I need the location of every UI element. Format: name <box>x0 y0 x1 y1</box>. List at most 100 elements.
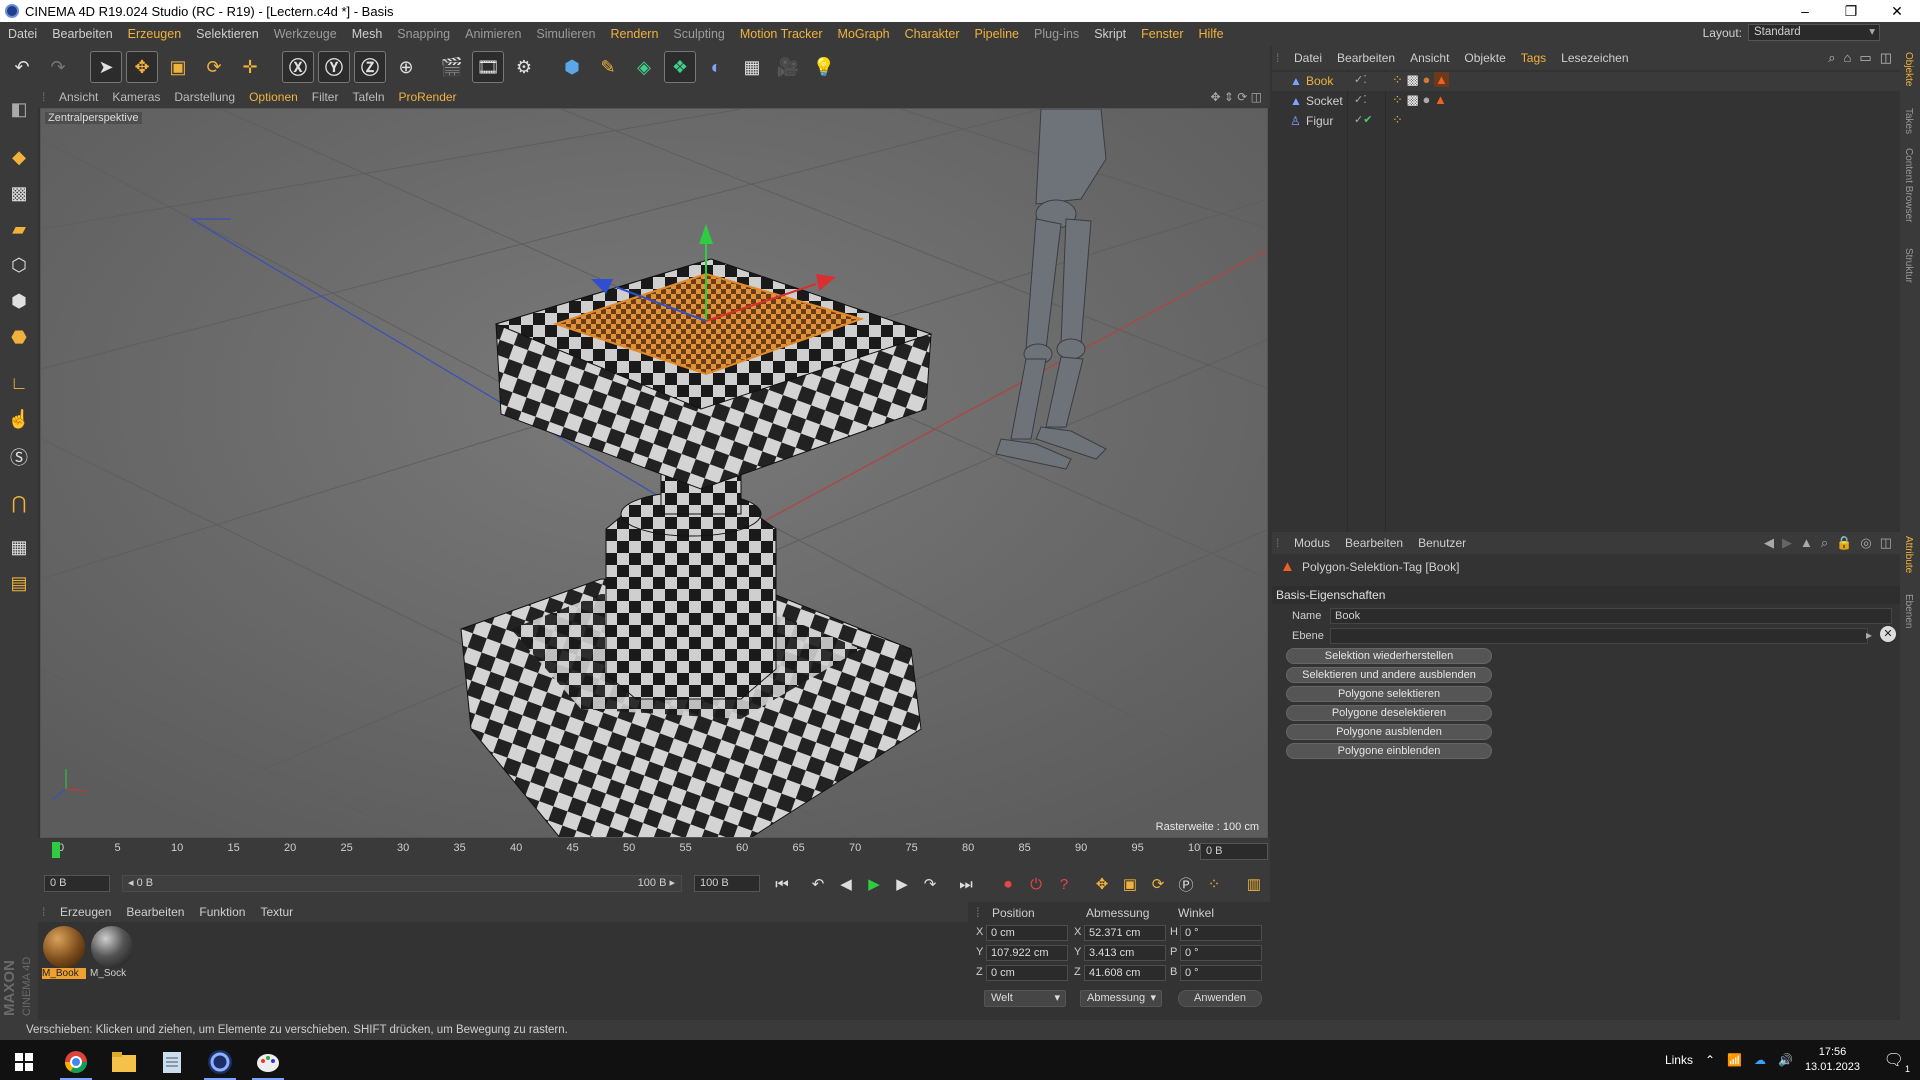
visibility-dots-icon[interactable]: ✓⁚ <box>1354 73 1367 86</box>
attribute-menu-benutzer[interactable]: Benutzer <box>1410 536 1473 550</box>
minimize-button[interactable]: – <box>1782 0 1828 22</box>
x-axis-lock-icon[interactable]: Ⓧ <box>282 51 314 83</box>
select-polygons-button[interactable]: Polygone selektieren <box>1286 686 1492 702</box>
cube-primitive-icon[interactable]: ⬢ <box>556 51 588 83</box>
float-panel-icon[interactable]: ◫ <box>1880 50 1892 66</box>
deformer-icon[interactable]: ◐ <box>700 51 732 83</box>
attribute-menu-modus[interactable]: Modus <box>1286 536 1337 550</box>
phong-tag-icon[interactable]: ⁘ <box>1392 112 1403 127</box>
floor-scene-icon[interactable]: ▦ <box>736 51 768 83</box>
record-active-objects-icon[interactable]: ⏺ <box>996 872 1020 896</box>
object-menu-datei[interactable]: Datei <box>1286 51 1329 65</box>
undo-icon[interactable]: ↶ <box>6 51 38 83</box>
material-tag-icon[interactable]: ● <box>1422 92 1430 107</box>
go-to-end-icon[interactable]: ⏭ <box>954 872 978 896</box>
viewport-menu-ansicht[interactable]: Ansicht <box>52 90 105 104</box>
object-menu-ansicht[interactable]: Ansicht <box>1402 51 1456 65</box>
playhead-marker[interactable] <box>52 842 60 858</box>
object-row-socket[interactable]: ▲ Socket ✓⁚ ⁘ ▩ ● ▲ <box>1272 92 1900 111</box>
maximize-button[interactable]: ❐ <box>1828 0 1874 22</box>
object-menu-tags[interactable]: Tags <box>1513 51 1553 65</box>
layer-arrow-icon[interactable]: ▸ <box>1866 628 1872 642</box>
menu-fenster[interactable]: Fenster <box>1133 27 1190 41</box>
tab-struktur[interactable]: Struktur <box>1903 248 1914 283</box>
unhide-polygons-button[interactable]: Polygone einblenden <box>1286 743 1492 759</box>
autokeying-icon[interactable]: ⏻ <box>1024 872 1048 896</box>
key-pla-icon[interactable]: ⁘ <box>1202 872 1226 896</box>
back-arrow-icon[interactable]: ◀ <box>1764 535 1774 551</box>
subdivision-surface-icon[interactable]: ◈ <box>628 51 660 83</box>
menu-charakter[interactable]: Charakter <box>897 27 967 41</box>
viewport-menu-tafeln[interactable]: Tafeln <box>345 90 391 104</box>
object-menu-objekte[interactable]: Objekte <box>1456 51 1512 65</box>
size-x-field[interactable]: 52.371 cm <box>1084 925 1166 941</box>
menu-mesh[interactable]: Mesh <box>344 27 390 41</box>
texture-mode-icon[interactable]: ▩ <box>4 178 34 208</box>
tweak-mode-icon[interactable]: ☝ <box>4 404 34 434</box>
deselect-polygons-button[interactable]: Polygone deselektieren <box>1286 705 1492 721</box>
key-scale-icon[interactable]: ▣ <box>1118 872 1142 896</box>
rot-p-field[interactable]: 0 ° <box>1180 945 1262 961</box>
tab-ebenen[interactable]: Ebenen <box>1903 594 1914 628</box>
forward-arrow-icon[interactable]: ▶ <box>1782 535 1792 551</box>
visibility-dots-icon[interactable]: ✓✔ <box>1354 113 1372 126</box>
go-to-start-icon[interactable]: ⏮ <box>770 872 794 896</box>
onedrive-icon[interactable]: ☁ <box>1754 1053 1766 1067</box>
rot-b-field[interactable]: 0 ° <box>1180 965 1262 981</box>
up-arrow-icon[interactable]: ▲ <box>1800 535 1813 551</box>
viewport-menu-kameras[interactable]: Kameras <box>105 90 167 104</box>
notepad-icon[interactable] <box>148 1044 196 1080</box>
layout-dropdown[interactable]: Standard <box>1748 24 1880 41</box>
spline-pen-icon[interactable]: ✎ <box>592 51 624 83</box>
material-tag-icon[interactable]: ● <box>1422 72 1430 87</box>
apply-button[interactable]: Anwenden <box>1178 990 1262 1007</box>
object-menu-bearbeiten[interactable]: Bearbeiten <box>1329 51 1402 65</box>
viewport-menu-prorender[interactable]: ProRender <box>392 90 464 104</box>
menu-skript[interactable]: Skript <box>1086 27 1133 41</box>
snapping-magnet-icon[interactable]: ⋂ <box>4 488 34 518</box>
material-menu-erzeugen[interactable]: Erzeugen <box>52 905 118 919</box>
menu-hilfe[interactable]: Hilfe <box>1191 27 1231 41</box>
menu-werkzeuge[interactable]: Werkzeuge <box>266 27 344 41</box>
coordinate-system-icon[interactable]: ⊕ <box>390 51 422 83</box>
menu-motion-tracker[interactable]: Motion Tracker <box>732 27 830 41</box>
move-tool-icon[interactable]: ✥ <box>126 51 158 83</box>
menu-rendern[interactable]: Rendern <box>602 27 665 41</box>
menu-selektieren[interactable]: Selektieren <box>188 27 266 41</box>
paint-icon[interactable] <box>244 1044 292 1080</box>
material-menu-bearbeiten[interactable]: Bearbeiten <box>118 905 191 919</box>
phong-tag-icon[interactable]: ⁘ <box>1392 72 1403 87</box>
polygon-selection-tag-icon[interactable]: ▲ <box>1433 72 1449 87</box>
previous-frame-icon[interactable]: ◀ <box>834 872 858 896</box>
key-rotation-icon[interactable]: ⟳ <box>1146 872 1170 896</box>
select-tool-icon[interactable]: ➤ <box>90 51 122 83</box>
tab-objekte[interactable]: Objekte <box>1903 52 1914 86</box>
tab-takes[interactable]: Takes <box>1903 108 1914 134</box>
new-manager-icon[interactable]: ◎ <box>1860 535 1871 551</box>
z-axis-lock-icon[interactable]: Ⓩ <box>354 51 386 83</box>
texture-tag-icon[interactable]: ▩ <box>1407 72 1419 87</box>
restore-selection-button[interactable]: Selektion wiederherstellen <box>1286 648 1492 664</box>
layer-clear-icon[interactable]: ✕ <box>1880 626 1896 642</box>
menu-mograph[interactable]: MoGraph <box>830 27 897 41</box>
last-tool-icon[interactable]: ✛ <box>234 51 266 83</box>
material-menu-textur[interactable]: Textur <box>252 905 300 919</box>
object-menu-lesezeichen[interactable]: Lesezeichen <box>1553 51 1635 65</box>
timeline-ruler[interactable]: 0 5 10 15 20 25 30 35 40 45 50 55 60 65 70 75 80 85 90 95 10… <box>38 838 1270 866</box>
texture-tag-icon[interactable]: ▩ <box>1407 92 1419 107</box>
frame-ruler[interactable]: 0 5 10 15 20 25 30 35 40 45 50 55 60 65 70 75 80 85 90 95 10… <box>50 842 1206 862</box>
menu-simulieren[interactable]: Simulieren <box>528 27 602 41</box>
menu-datei[interactable]: Datei <box>0 27 44 41</box>
scale-tool-icon[interactable]: ▣ <box>162 51 194 83</box>
light-icon[interactable]: 💡 <box>808 51 840 83</box>
viewport-navigation-icons[interactable]: ✥ ⇕ ⟳ ◫ <box>1210 90 1262 104</box>
menu-animieren[interactable]: Animieren <box>457 27 528 41</box>
tab-attribute[interactable]: Attribute <box>1903 536 1914 573</box>
pos-y-field[interactable]: 107.922 cm <box>986 945 1068 961</box>
workplane-mode-icon[interactable]: ▰ <box>4 214 34 244</box>
chevron-up-icon[interactable]: ⌃ <box>1705 1053 1715 1067</box>
pos-x-field[interactable]: 0 cm <box>986 925 1068 941</box>
close-button[interactable]: ✕ <box>1874 0 1920 22</box>
points-mode-icon[interactable]: ⬡ <box>4 250 34 280</box>
windows-start-icon[interactable] <box>0 1044 48 1080</box>
